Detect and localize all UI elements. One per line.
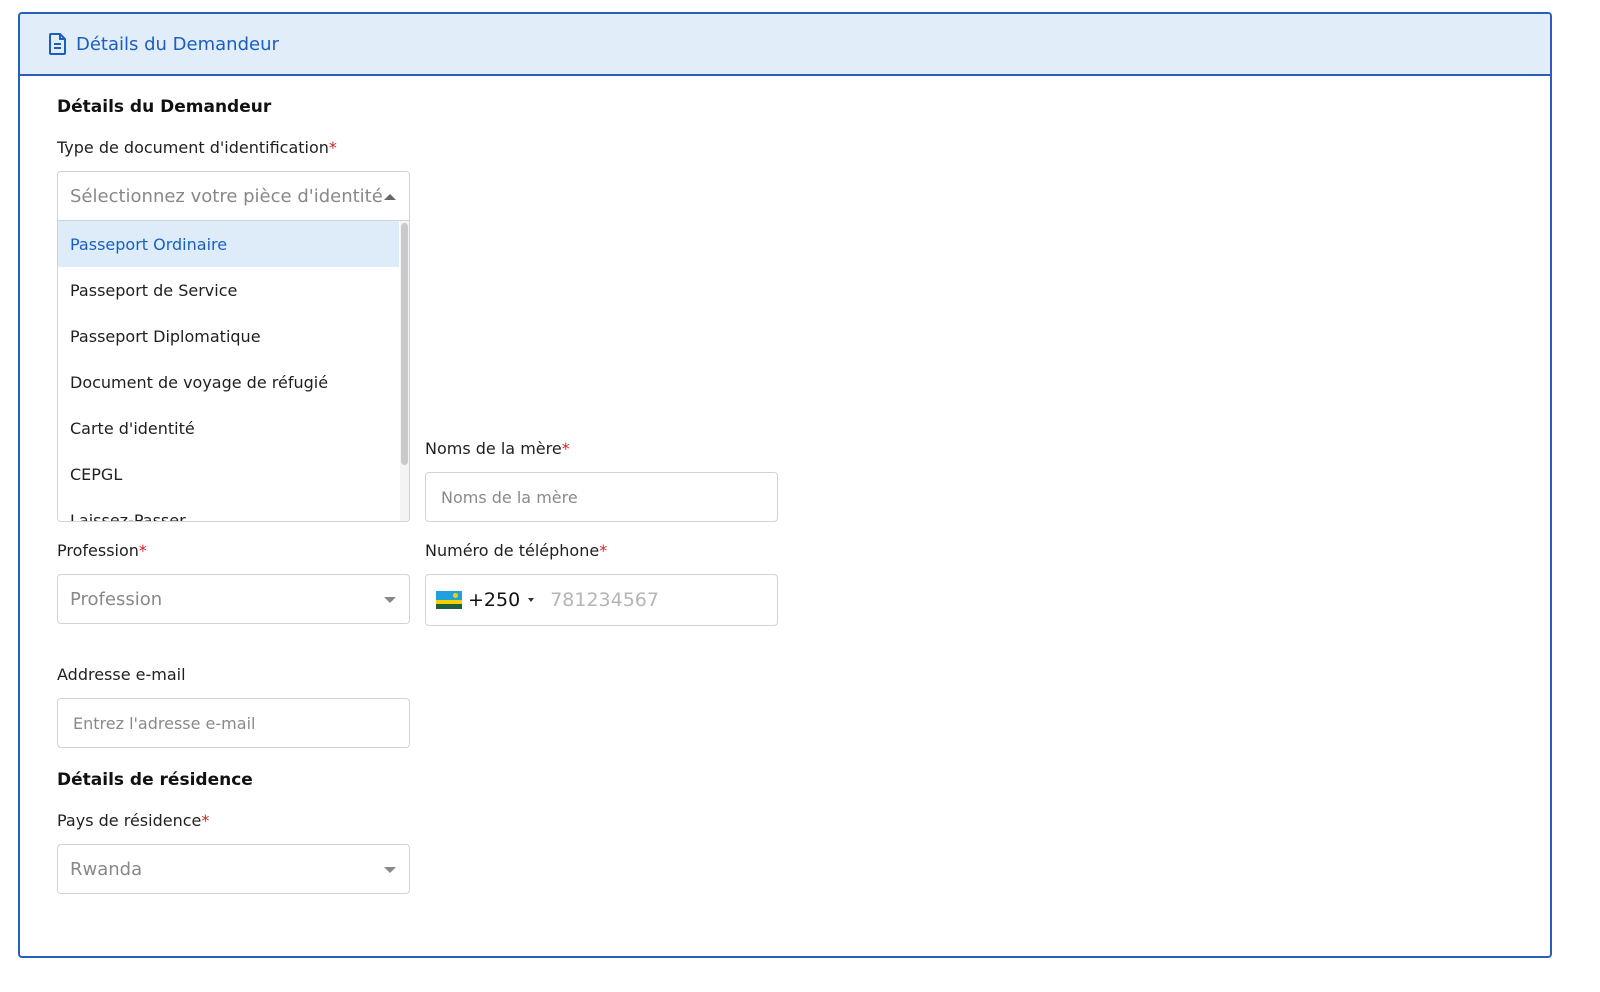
id-type-dropdown[interactable]: Passeport Ordinaire Passeport de Service… (57, 221, 410, 522)
residence-country-select[interactable]: Rwanda (57, 844, 410, 894)
chevron-down-icon[interactable] (384, 867, 396, 873)
profession-select[interactable]: Profession (57, 574, 410, 624)
residence-section-title: Détails de résidence (57, 770, 253, 790)
dropdown-option[interactable]: Passeport Diplomatique (58, 313, 399, 359)
dial-code[interactable]: +250 (468, 589, 520, 611)
phone-placeholder: 781234567 (550, 589, 659, 611)
required-mark: * (599, 541, 608, 560)
id-type-label: Type de document d'identification* (57, 138, 337, 157)
rwanda-flag-icon[interactable] (436, 591, 462, 609)
mother-name-placeholder: Noms de la mère (441, 487, 578, 507)
phone-input[interactable]: +250 781234567 (425, 574, 778, 626)
mother-name-label: Noms de la mère* (425, 439, 570, 458)
id-type-placeholder: Sélectionnez votre pièce d'identité (70, 185, 383, 207)
mother-name-input[interactable]: Noms de la mère (425, 472, 778, 522)
document-icon (48, 33, 68, 55)
email-label: Addresse e-mail (57, 665, 186, 684)
id-type-select[interactable]: Sélectionnez votre pièce d'identité (57, 171, 410, 221)
email-input[interactable]: Entrez l'adresse e-mail (57, 698, 410, 748)
chevron-up-icon[interactable] (384, 194, 396, 200)
dropdown-option[interactable]: Laissez-Passer (58, 497, 399, 522)
email-placeholder: Entrez l'adresse e-mail (73, 713, 256, 733)
residence-country-label: Pays de résidence* (57, 811, 210, 830)
chevron-down-icon[interactable] (384, 597, 396, 603)
residence-country-value: Rwanda (70, 858, 143, 880)
required-mark: * (138, 541, 147, 560)
dropdown-option[interactable]: Passeport de Service (58, 267, 399, 313)
required-mark: * (561, 439, 570, 458)
phone-label: Numéro de téléphone* (425, 541, 608, 560)
required-mark: * (328, 138, 337, 157)
dropdown-option[interactable]: Document de voyage de réfugié (58, 359, 399, 405)
profession-label: Profession* (57, 541, 147, 560)
dropdown-option[interactable]: Carte d'identité (58, 405, 399, 451)
required-mark: * (201, 811, 210, 830)
chevron-down-icon[interactable] (528, 598, 535, 602)
profession-placeholder: Profession (70, 588, 163, 610)
applicant-section-title: Détails du Demandeur (57, 97, 272, 117)
dropdown-scrollbar[interactable] (401, 223, 408, 465)
panel-title: Détails du Demandeur (76, 33, 279, 55)
panel-header: Détails du Demandeur (20, 14, 1550, 76)
dropdown-option[interactable]: Passeport Ordinaire (58, 221, 399, 267)
dropdown-option[interactable]: CEPGL (58, 451, 399, 497)
